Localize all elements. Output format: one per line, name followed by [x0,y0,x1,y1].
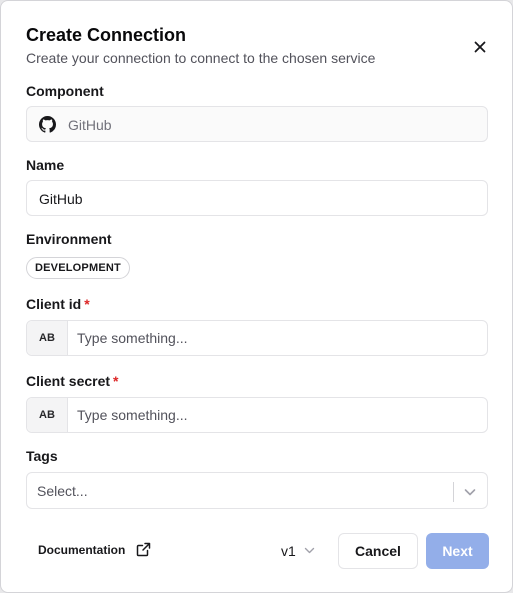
client-secret-input[interactable] [77,404,477,426]
component-label: Component [26,83,104,99]
next-button[interactable]: Next [426,533,489,569]
name-field[interactable]: GitHub [26,180,488,216]
client-id-input[interactable] [77,327,477,349]
chevron-down-icon[interactable] [303,544,316,557]
tags-select[interactable]: Select... [26,472,488,509]
cancel-button[interactable]: Cancel [338,533,418,569]
select-separator [453,482,454,502]
documentation-link[interactable]: Documentation [38,543,125,557]
dialog-subtitle: Create your connection to connect to the… [26,50,376,66]
text-type-prefix: AB [27,398,68,432]
component-field: GitHub [26,106,488,142]
close-icon[interactable] [471,38,489,56]
chevron-down-icon[interactable] [463,485,477,499]
name-label: Name [26,157,65,173]
client-secret-field[interactable]: AB [26,397,488,433]
create-connection-dialog: Create Connection Create your connection… [0,0,513,593]
external-link-icon[interactable] [136,542,151,557]
tags-placeholder: Select... [37,483,88,499]
text-type-prefix: AB [27,321,68,355]
required-mark: * [113,373,119,389]
version-select[interactable]: v1 [281,543,296,559]
client-secret-label: Client secret * [26,373,119,389]
environment-badge: DEVELOPMENT [26,257,130,279]
tags-label: Tags [26,448,58,464]
client-id-label: Client id * [26,296,90,312]
required-mark: * [84,296,90,312]
github-icon [39,116,56,133]
environment-label: Environment [26,231,112,247]
client-secret-label-text: Client secret [26,373,111,389]
client-id-field[interactable]: AB [26,320,488,356]
dialog-title: Create Connection [26,25,187,45]
name-value: GitHub [39,191,83,207]
component-value: GitHub [68,117,112,133]
client-id-label-text: Client id [26,296,82,312]
